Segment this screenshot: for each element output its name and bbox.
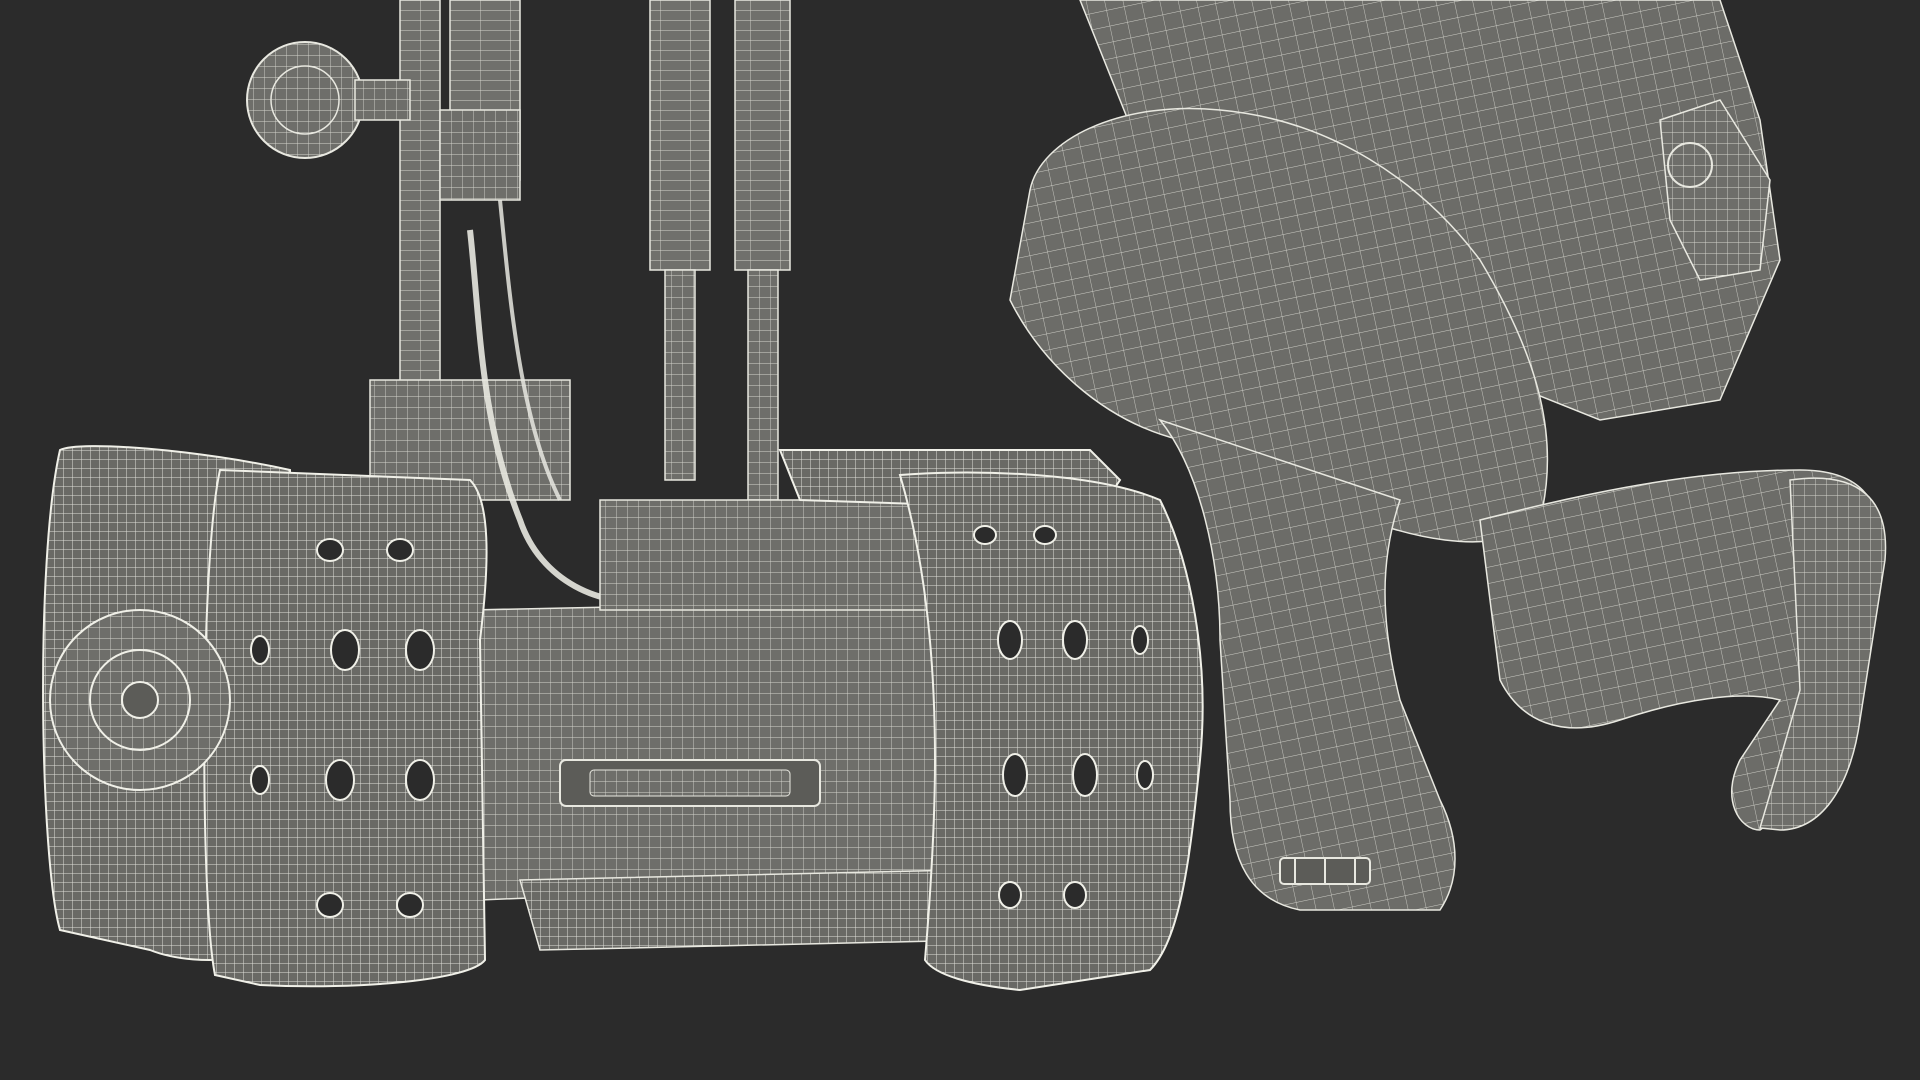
- track-left: [42, 445, 488, 988]
- chassis-plate: [599, 499, 961, 611]
- chassis-cylinder: [460, 599, 961, 901]
- wireframe-render: [42, 0, 1887, 992]
- actuator-screw-2: [747, 269, 779, 501]
- actuator-screw-1: [664, 269, 696, 481]
- camera-lamp: [246, 41, 364, 159]
- camera-bracket: [354, 79, 411, 121]
- chassis-floor: [519, 869, 981, 951]
- mast-housing: [439, 109, 521, 201]
- track-left-face: [203, 468, 488, 988]
- track-right-face: [898, 471, 1204, 992]
- render-viewport: [0, 0, 1920, 1080]
- actuator-cylinder-2: [734, 0, 791, 271]
- actuator-cylinder-1: [649, 0, 711, 271]
- robot-chassis: [460, 499, 981, 951]
